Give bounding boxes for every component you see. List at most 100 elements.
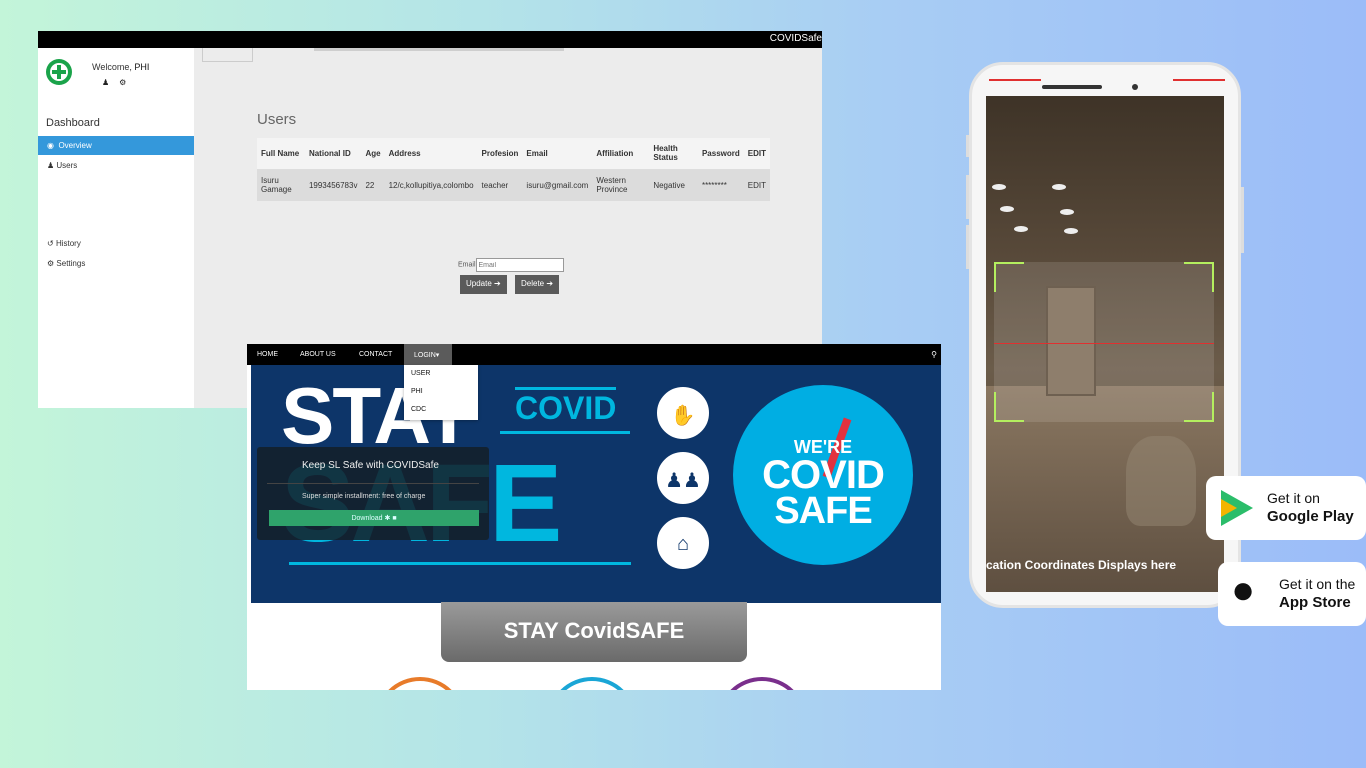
login-menu-cdc[interactable]: CDC: [411, 406, 426, 413]
hero-banner: STAY COVID SAFE ✋ ♟♟ ⌂ WE'RE COVID SAFE …: [251, 365, 941, 603]
apple-icon: ●: [1231, 568, 1256, 612]
admin-brand: COVIDSafe: [769, 33, 822, 44]
user-icon: ♟: [47, 161, 55, 170]
site-navbar: HOME ABOUT US CONTACT LOGIN▾ ⚲: [247, 344, 941, 365]
cell-password: ********: [697, 169, 744, 201]
app-store-badge[interactable]: ● Get it on the App Store: [1218, 562, 1366, 626]
update-button[interactable]: Update ➔: [460, 275, 507, 294]
mute-switch: [966, 135, 969, 157]
admin-sidebar: Welcome, PHI ♟⚙ Dashboard ◉ Overview ♟ U…: [38, 48, 194, 408]
col-profession: Profesion: [477, 138, 523, 170]
cell-age: 22: [361, 169, 385, 201]
edit-link[interactable]: EDIT: [743, 169, 770, 201]
scan-corner-tl: [994, 262, 1024, 292]
email-label: Email: [458, 261, 476, 269]
google-play-bottom-text: Google Play: [1267, 508, 1354, 525]
google-play-badge[interactable]: Get it on Google Play: [1206, 476, 1366, 540]
stay-home-circle: ⌂: [655, 515, 711, 571]
promo-subtext: Super simple installment: free of charge: [302, 493, 426, 500]
admin-topbar: COVIDSafe: [38, 31, 822, 48]
handwash-icon: ✋: [670, 405, 696, 427]
users-table: Full Name National ID Age Address Profes…: [257, 138, 770, 201]
power-button: [1241, 187, 1244, 253]
col-address: Address: [384, 138, 478, 170]
promo-card: Keep SL Safe with COVIDSafe Super simple…: [257, 447, 489, 540]
nav-home[interactable]: HOME: [257, 351, 278, 358]
users-heading: Users: [257, 111, 297, 128]
col-health-status: Health Status: [649, 138, 698, 170]
nav-about-us[interactable]: ABOUT US: [300, 351, 336, 358]
eye-icon: ◉: [47, 141, 54, 150]
cell-address: 12/c,kollupitiya,colombo: [384, 169, 478, 201]
cell-health-status: Negative: [649, 169, 698, 201]
ceiling-light: [1060, 209, 1074, 215]
cell-national-id: 1993456783v: [304, 169, 362, 201]
ceiling-light: [992, 184, 1006, 190]
hero-underline: [500, 431, 630, 434]
sidebar-item-settings[interactable]: ⚙ Settings: [38, 254, 194, 273]
welcome-text: Welcome, PHI: [92, 62, 150, 72]
handwash-circle: ✋: [655, 385, 711, 441]
cell-email: isuru@gmail.com: [522, 169, 593, 201]
col-password: Password: [697, 138, 744, 170]
email-form: Email: [458, 258, 564, 272]
front-camera: [1132, 84, 1138, 90]
volume-down-button: [966, 225, 969, 269]
dashboard-title: Dashboard: [46, 117, 100, 129]
badge-line-3: SAFE: [774, 490, 872, 532]
social-distance-icon: ♟♟: [665, 470, 701, 492]
dropzone-box[interactable]: [202, 48, 253, 62]
history-icon: ↺: [47, 239, 54, 248]
hero-bottom-line: [289, 562, 631, 565]
camera-scanner-screen: cation Coordinates Displays here: [986, 96, 1224, 592]
app-store-top-text: Get it on the: [1279, 576, 1356, 592]
cell-profession: teacher: [477, 169, 523, 201]
medical-cross-logo-icon: [46, 59, 72, 85]
ceiling-light: [1014, 226, 1028, 232]
phone-mockup: cation Coordinates Displays here: [966, 62, 1244, 608]
ceiling-light: [1064, 228, 1078, 234]
scan-corner-bl: [994, 392, 1024, 422]
login-dropdown-menu: USER PHI CDC: [404, 365, 478, 420]
status-indicator-left: [989, 79, 1041, 81]
scan-line: [994, 343, 1214, 344]
distancing-circle: ♟♟: [655, 450, 711, 506]
hero-covid-text: COVID: [515, 387, 617, 427]
nav-login-dropdown[interactable]: LOGIN▾: [404, 344, 452, 365]
promo-heading: Keep SL Safe with COVIDSafe: [302, 460, 439, 471]
gear-icon[interactable]: ⚙: [119, 78, 136, 87]
orange-ring-graphic: [375, 677, 465, 690]
login-menu-user[interactable]: USER: [411, 370, 430, 377]
ceiling-light: [1052, 184, 1066, 190]
col-email: Email: [522, 138, 593, 170]
sidebar-item-history[interactable]: ↺ History: [38, 234, 194, 253]
user-icon[interactable]: ♟: [102, 78, 119, 87]
covidsafe-badge: WE'RE COVID SAFE: [733, 385, 913, 565]
col-age: Age: [361, 138, 385, 170]
login-menu-phi[interactable]: PHI: [411, 388, 423, 395]
email-field[interactable]: [475, 258, 564, 272]
welcome-username: PHI: [134, 62, 150, 72]
gear-icon: ⚙: [47, 259, 55, 268]
house-icon: ⌂: [676, 533, 690, 555]
download-button[interactable]: Download ✱ ■: [269, 510, 479, 526]
speaker-grille: [1042, 85, 1102, 89]
blue-ring-graphic: [547, 677, 637, 690]
col-affiliation: Affiliation: [592, 138, 650, 170]
table-header-row: Full Name National ID Age Address Profes…: [257, 138, 770, 170]
nav-contact[interactable]: CONTACT: [359, 351, 392, 358]
volume-up-button: [966, 175, 969, 219]
col-edit: EDIT: [743, 138, 770, 170]
google-play-icon-accent: [1221, 499, 1237, 517]
ceiling-light: [1000, 206, 1014, 212]
delete-button[interactable]: Delete ➔: [515, 275, 560, 294]
app-store-bottom-text: App Store: [1279, 594, 1351, 611]
table-row[interactable]: Isuru Gamage 1993456783v 22 12/c,kollupi…: [257, 169, 770, 201]
sidebar-item-overview[interactable]: ◉ Overview: [38, 136, 194, 155]
stay-covidsafe-banner: STAY CovidSAFE: [441, 602, 747, 662]
location-coordinates-text: cation Coordinates Displays here: [986, 558, 1177, 572]
col-full-name: Full Name: [257, 138, 305, 170]
profile-icons: ♟⚙: [102, 78, 136, 87]
sidebar-item-users[interactable]: ♟ Users: [38, 156, 194, 175]
search-icon[interactable]: ⚲: [931, 350, 937, 359]
